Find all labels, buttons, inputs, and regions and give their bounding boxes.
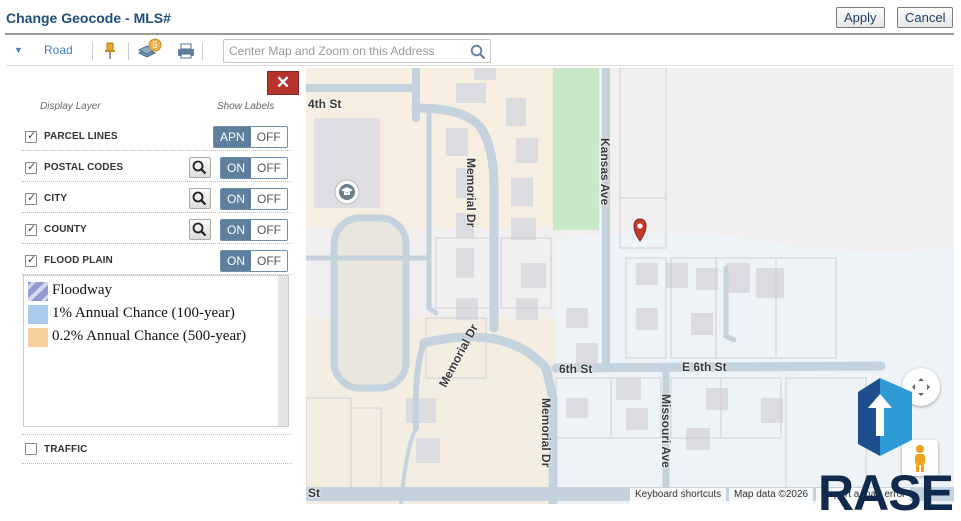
- track-field: [330, 214, 410, 392]
- toggle-on[interactable]: ON: [221, 158, 251, 178]
- keyboard-shortcuts-link[interactable]: Keyboard shortcuts: [630, 488, 727, 504]
- 500-year-swatch: [28, 328, 48, 347]
- layer-row-traffic: TRAFFIC: [22, 434, 292, 464]
- parcel-lines-label-toggle[interactable]: APN OFF: [213, 126, 288, 148]
- layer-name: PARCEL LINES: [44, 131, 118, 142]
- toolbar-separator: [128, 42, 129, 60]
- zoom-to-layer-button[interactable]: [189, 157, 211, 178]
- zoom-to-layer-button[interactable]: [189, 219, 211, 240]
- header-divider: [5, 33, 954, 35]
- legend-scrollbar[interactable]: [278, 276, 288, 426]
- magnifier-icon: [192, 191, 207, 206]
- toolbar-separator: [202, 42, 203, 60]
- pushpin-icon[interactable]: [100, 41, 120, 61]
- layer-name: POSTAL CODES: [44, 162, 124, 173]
- rase-logo-text: RASE: [818, 465, 954, 521]
- street-label: Memorial Dr: [464, 158, 478, 228]
- address-search-box: [223, 39, 491, 63]
- layer-row-postal-codes: POSTAL CODES ON OFF: [22, 155, 292, 182]
- city-label-toggle[interactable]: ON OFF: [220, 188, 288, 210]
- show-labels-header: Show Labels: [217, 101, 275, 112]
- street-label: Kansas Ave: [598, 138, 612, 206]
- city-checkbox[interactable]: [25, 191, 37, 205]
- street-label: St: [308, 486, 320, 500]
- toggle-off[interactable]: OFF: [251, 220, 287, 240]
- legend-label: Floodway: [52, 282, 112, 298]
- street-label: Missouri Ave: [659, 394, 673, 468]
- map-data-attribution: Map data ©2026: [729, 488, 814, 504]
- park-area: [553, 68, 599, 230]
- legend-label: 1% Annual Chance (100-year): [52, 305, 235, 321]
- parcel-lines-checkbox[interactable]: [25, 129, 37, 143]
- flood-plain-label-toggle[interactable]: ON OFF: [220, 250, 288, 272]
- zoom-to-layer-button[interactable]: [189, 188, 211, 209]
- close-panel-button[interactable]: ✕: [267, 71, 299, 95]
- county-checkbox[interactable]: [25, 222, 37, 236]
- toggle-on[interactable]: APN: [214, 127, 251, 147]
- toggle-off[interactable]: OFF: [250, 127, 287, 147]
- apply-button[interactable]: Apply: [836, 7, 885, 28]
- print-icon[interactable]: [176, 41, 196, 61]
- toggle-on[interactable]: ON: [221, 220, 251, 240]
- map-type-selector[interactable]: Road: [44, 43, 73, 57]
- magnifier-icon: [192, 222, 207, 237]
- toolbar-separator: [92, 42, 93, 60]
- layers-badge: 5: [152, 40, 157, 50]
- dialog-header: Change Geocode - MLS# Apply Cancel: [0, 0, 961, 34]
- address-search-input[interactable]: [224, 40, 464, 62]
- magnifier-icon: [192, 160, 207, 175]
- toggle-off[interactable]: OFF: [251, 158, 287, 178]
- toggle-off[interactable]: OFF: [251, 189, 287, 209]
- dialog-title: Change Geocode - MLS#: [6, 10, 171, 26]
- layer-name: TRAFFIC: [44, 444, 88, 455]
- postal-codes-label-toggle[interactable]: ON OFF: [220, 157, 288, 179]
- layer-name: COUNTY: [44, 224, 87, 235]
- flood-plain-checkbox[interactable]: [25, 253, 37, 267]
- cancel-button[interactable]: Cancel: [897, 7, 954, 28]
- postal-codes-checkbox[interactable]: [25, 160, 37, 174]
- search-icon[interactable]: [470, 44, 486, 60]
- layer-row-city: CITY ON OFF: [22, 186, 292, 213]
- toggle-on[interactable]: ON: [221, 189, 251, 209]
- flood-legend: Floodway 1% Annual Chance (100-year) 0.2…: [23, 275, 289, 427]
- street-label: E 6th St: [682, 360, 727, 374]
- county-label-toggle[interactable]: ON OFF: [220, 219, 288, 241]
- street-label: 4th St: [308, 97, 342, 111]
- toggle-on[interactable]: ON: [221, 251, 251, 271]
- legend-label: 0.2% Annual Chance (500-year): [52, 328, 247, 344]
- layer-row-county: COUNTY ON OFF: [22, 217, 292, 244]
- toggle-off[interactable]: OFF: [251, 251, 287, 271]
- layer-name: CITY: [44, 193, 68, 204]
- layer-name: FLOOD PLAIN: [44, 255, 113, 266]
- display-layer-header: Display Layer: [40, 101, 101, 112]
- street-label: Memorial Dr: [539, 398, 553, 468]
- 100-year-swatch: [28, 305, 48, 324]
- layers-panel: ✕ Display Layer Show Labels PARCEL LINES…: [6, 68, 305, 508]
- map-toolbar: ▼ Road 5: [6, 36, 954, 66]
- layer-row-flood-plain: FLOOD PLAIN ON OFF: [22, 248, 292, 275]
- street-label: 6th St: [559, 362, 593, 376]
- floodway-swatch: [28, 282, 48, 301]
- property-pin-dot: [637, 223, 643, 229]
- caret-down-icon[interactable]: ▼: [14, 45, 23, 55]
- traffic-checkbox[interactable]: [25, 443, 37, 455]
- layer-row-parcel-lines: PARCEL LINES APN OFF: [22, 124, 292, 151]
- layers-icon[interactable]: 5: [136, 38, 170, 62]
